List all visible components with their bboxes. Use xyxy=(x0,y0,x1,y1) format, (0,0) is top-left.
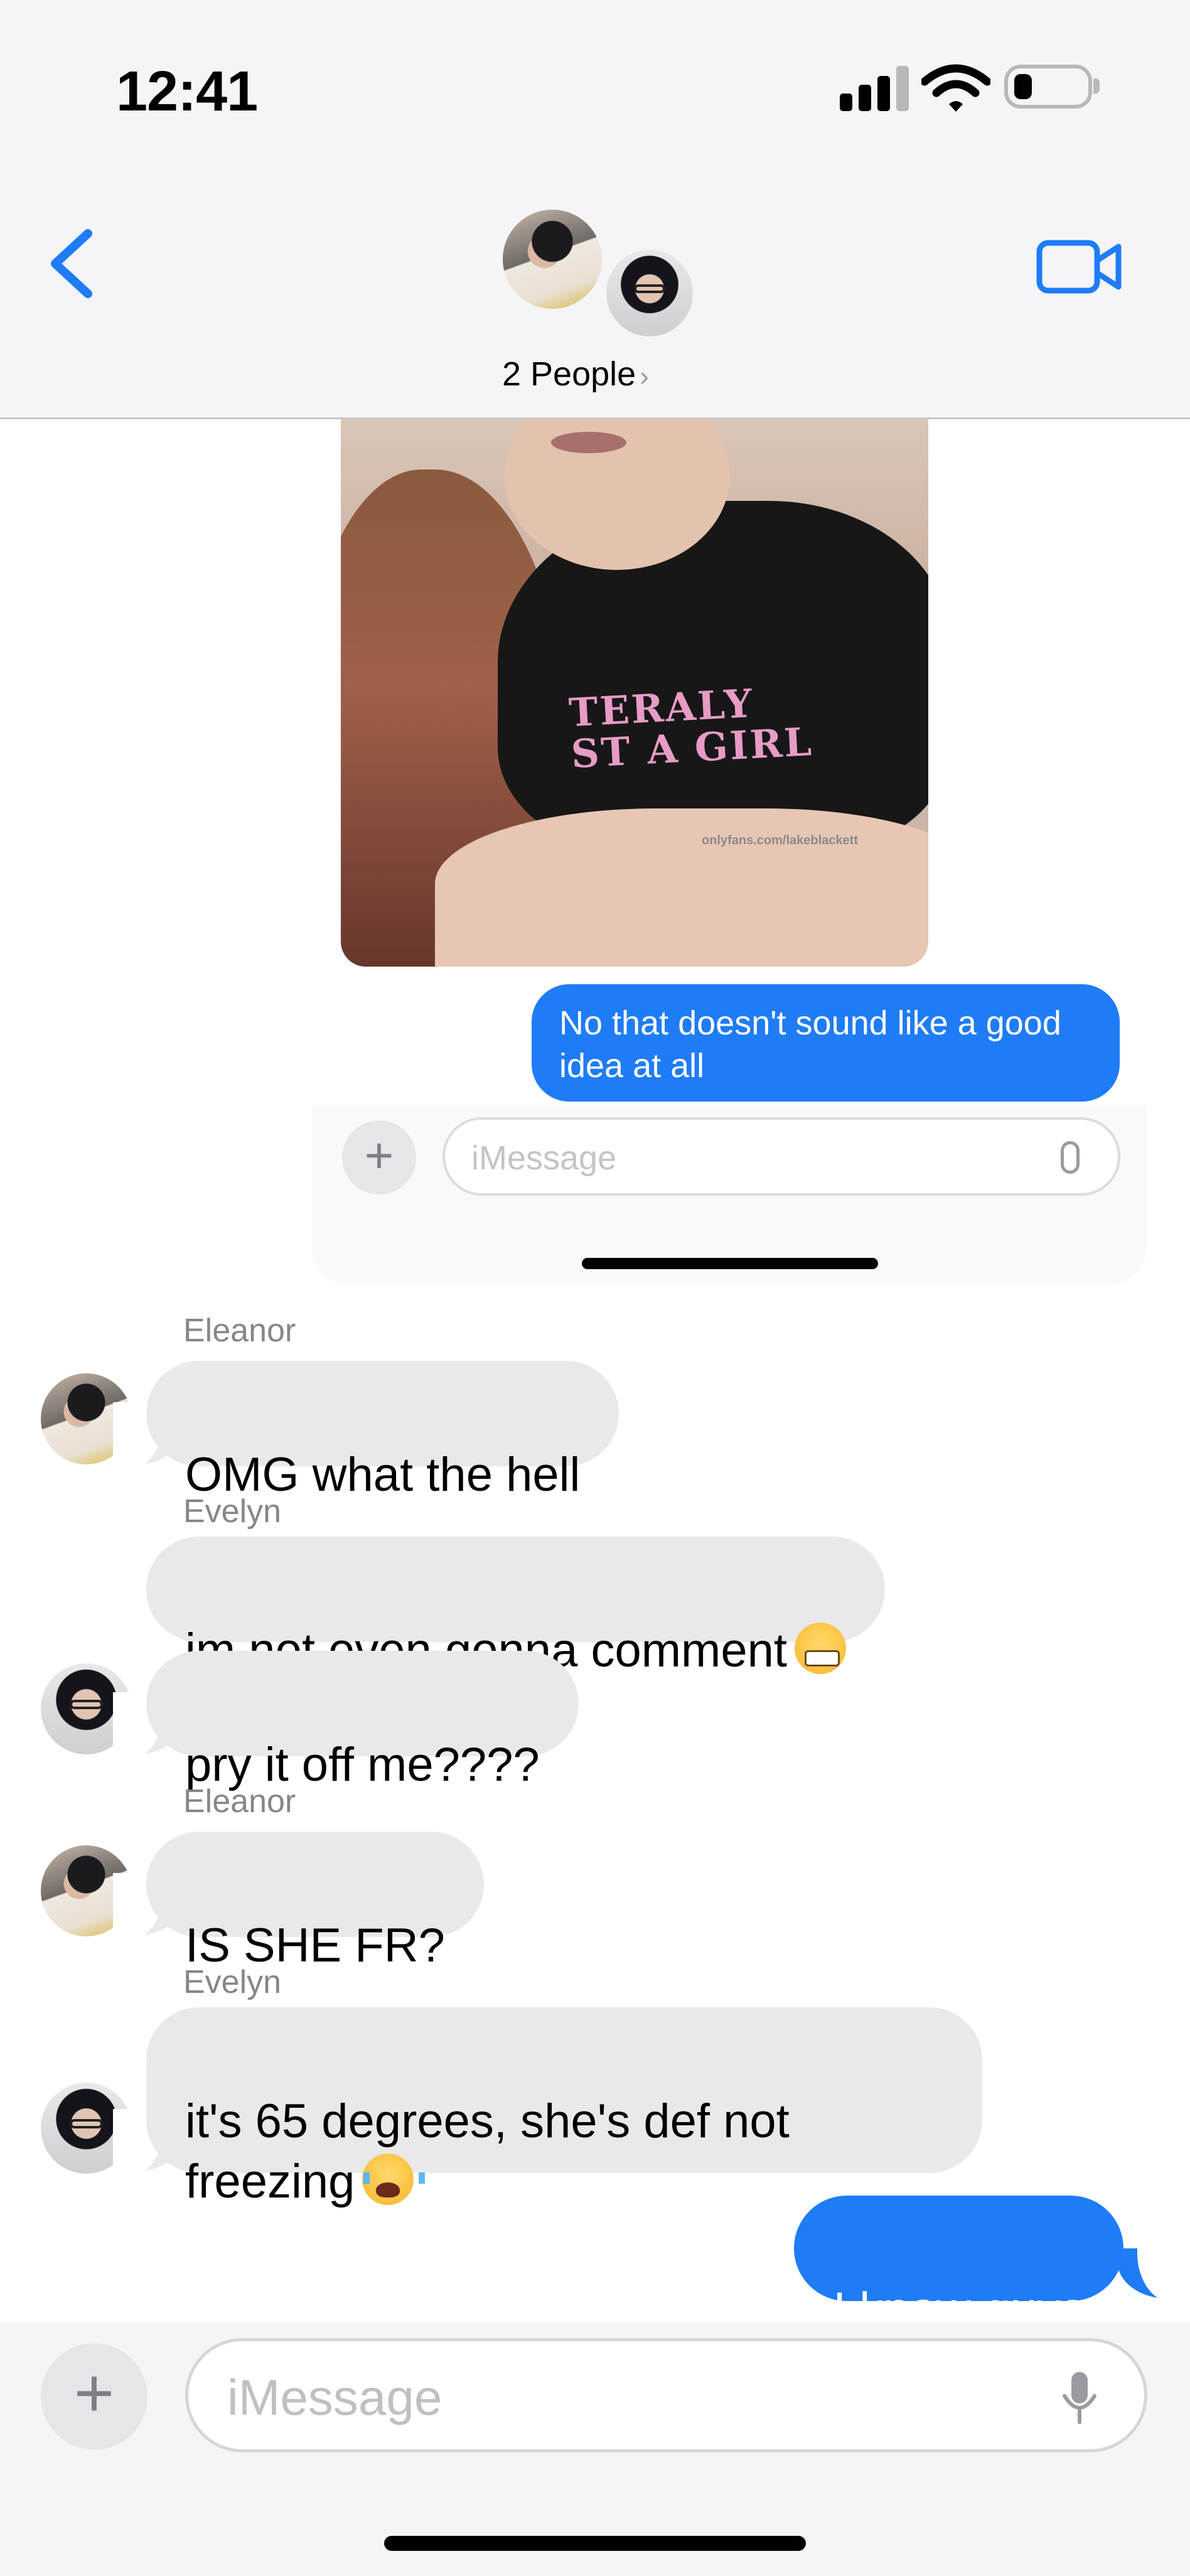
message-bubble[interactable]: OMG what the hell xyxy=(146,1361,619,1501)
photo-shirt-print: TERALY ST A GIRL xyxy=(567,680,815,778)
grimacing-face-emoji-icon xyxy=(794,1623,846,1674)
screenshot-outgoing-bubble: No that doesn't sound like a good idea a… xyxy=(532,984,1120,1102)
sender-name: Evelyn xyxy=(183,1493,282,1530)
sender-name: Eleanor xyxy=(183,1312,296,1349)
screenshot-plus-icon: + xyxy=(342,1120,416,1194)
status-time: 12:41 xyxy=(116,60,258,123)
cellular-signal-icon xyxy=(840,66,909,111)
back-chevron-icon[interactable] xyxy=(44,226,100,301)
add-attachment-button[interactable]: + xyxy=(41,2343,147,2450)
message-bubble[interactable]: IS SHE FR? xyxy=(146,1832,484,1972)
message-bubble[interactable]: pry it off me???? xyxy=(146,1651,579,1791)
battery-tip xyxy=(1093,78,1100,94)
screenshot-home-indicator xyxy=(582,1258,878,1269)
group-title-label: 2 People xyxy=(502,355,636,393)
microphone-icon[interactable] xyxy=(1061,2369,1098,2426)
outgoing-message-bubble[interactable]: I know guys xyxy=(794,2196,1124,2336)
battery-icon xyxy=(1004,65,1092,109)
loudly-crying-face-emoji-icon xyxy=(362,2154,426,2205)
sender-name: Eleanor xyxy=(183,1783,296,1820)
message-input[interactable]: iMessage xyxy=(185,2338,1147,2452)
screenshot-mic-icon xyxy=(1061,1141,1080,1174)
screenshot-input: iMessage xyxy=(442,1117,1120,1196)
group-avatar-evelyn[interactable] xyxy=(603,246,697,340)
group-avatar-eleanor[interactable] xyxy=(499,206,606,313)
home-indicator xyxy=(384,2536,806,2551)
photo-watermark: onlyfans.com/lakeblackett xyxy=(702,834,858,847)
shared-photo[interactable]: TERALY ST A GIRL onlyfans.com/lakeblacke… xyxy=(341,419,928,967)
conversation-header: 12:41 2 People › xyxy=(0,0,1190,419)
sender-name: Evelyn xyxy=(183,1964,282,2000)
wifi-icon xyxy=(921,64,990,112)
message-bubble[interactable]: im not even gonna comment xyxy=(146,1537,885,1677)
group-details-button[interactable]: 2 People › xyxy=(502,355,649,394)
chevron-right-icon: › xyxy=(640,361,649,392)
message-bubble[interactable]: it's 65 degrees, she's def not freezing xyxy=(146,2007,982,2208)
video-camera-icon[interactable] xyxy=(1036,235,1123,298)
